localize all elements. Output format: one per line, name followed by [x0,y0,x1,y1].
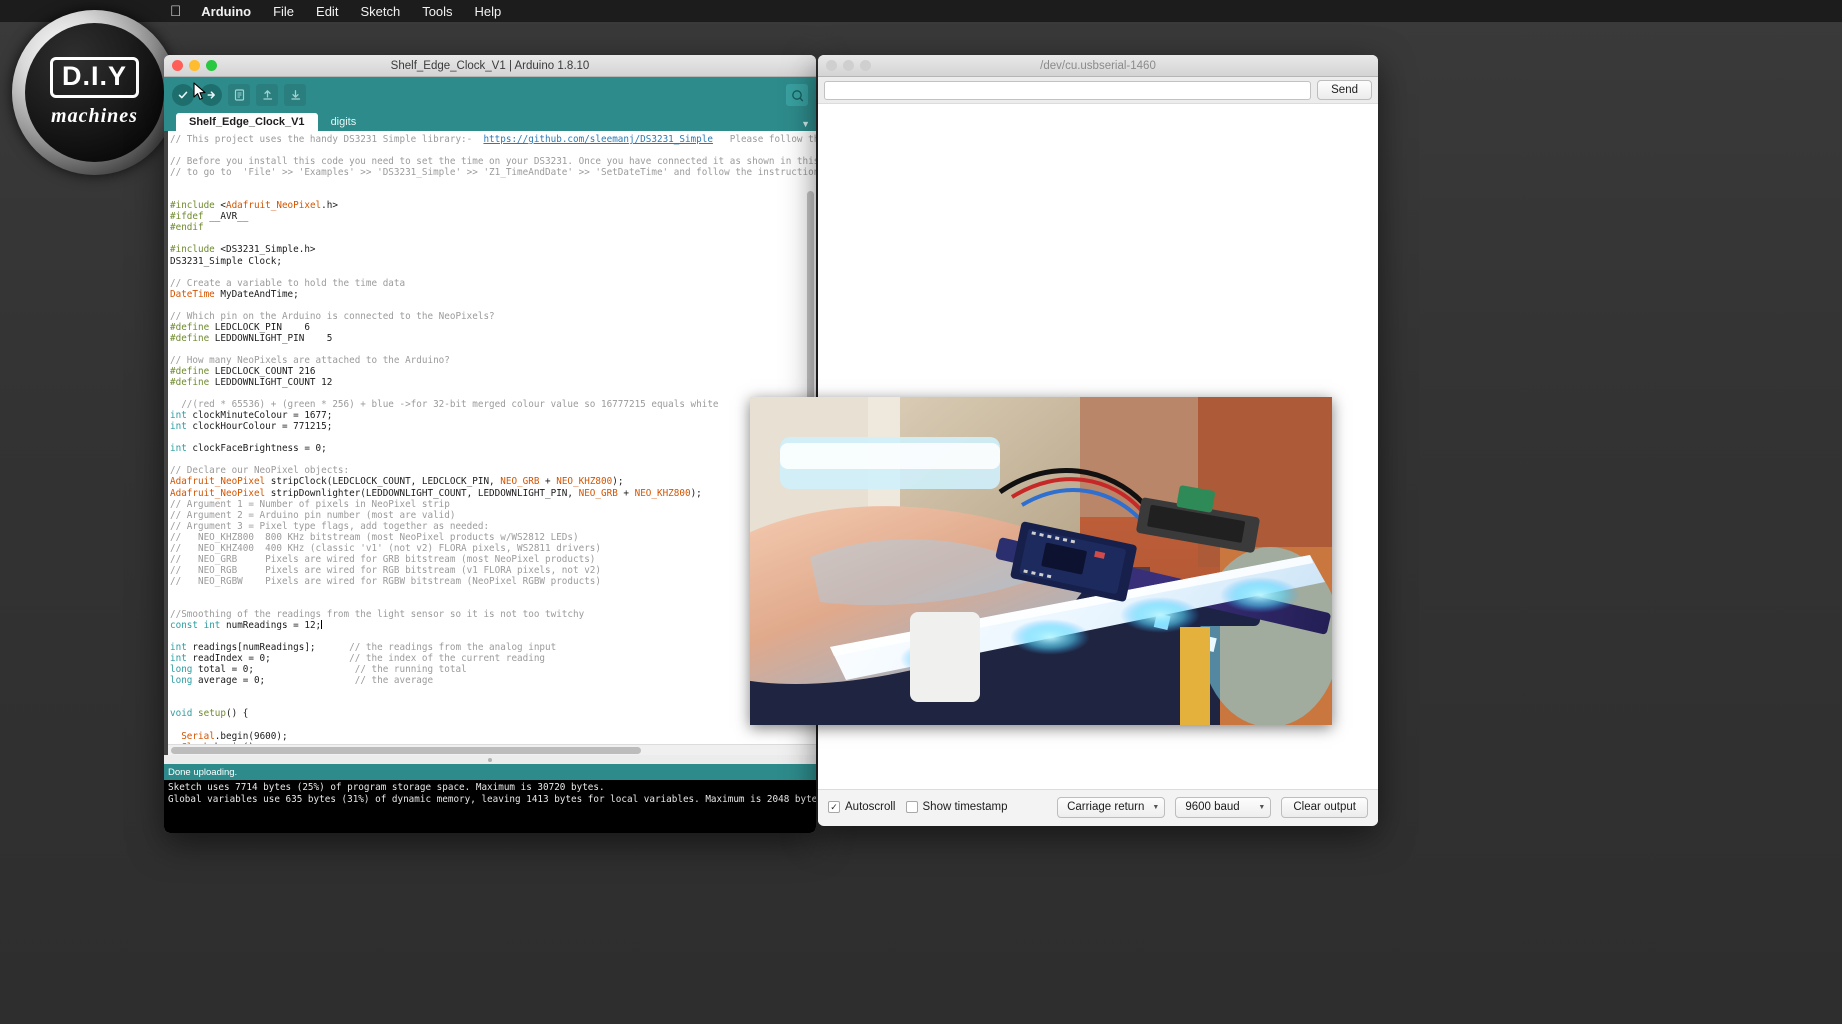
editor-vertical-scrollbar[interactable] [807,191,814,401]
menu-item-file[interactable]: File [273,4,294,19]
menu-item-help[interactable]: Help [475,4,502,19]
clear-output-button[interactable]: Clear output [1281,796,1368,818]
serial-bottom-bar: ✓ Autoscroll Show timestamp Carriage ret… [818,790,1378,824]
code-text[interactable]: // This project uses the handy DS3231 Si… [168,134,816,755]
send-button[interactable]: Send [1317,80,1372,100]
sketch-tabbar: Shelf_Edge_Clock_V1 digits ▼ [164,113,816,131]
led-shelf-clock-build-photo [750,397,1332,725]
logo-inner: D.I.Y machines [25,23,164,162]
divider-grip[interactable] [488,758,492,762]
open-sketch-icon[interactable] [256,84,278,106]
serial-send-input[interactable] [824,80,1312,100]
scrollbar-thumb[interactable] [171,747,641,754]
tab-shelf-edge-clock-v1[interactable]: Shelf_Edge_Clock_V1 [176,113,318,131]
tab-digits[interactable]: digits [318,113,370,131]
show-timestamp-label: Show timestamp [922,801,1008,813]
show-timestamp-checkbox[interactable]: Show timestamp [905,801,1008,813]
baud-rate-value: 9600 baud [1185,801,1240,813]
new-sketch-icon[interactable] [228,84,250,106]
line-ending-select[interactable]: Carriage return ▼ [1057,796,1166,818]
serial-titlebar[interactable]: /dev/cu.usbserial-1460 [818,55,1378,77]
console-line-2: Global variables use 635 bytes (31%) of … [168,793,816,805]
menu-item-sketch[interactable]: Sketch [360,4,400,19]
macos-menubar:  Arduino File Edit Sketch Tools Help [0,0,1842,22]
menu-item-arduino[interactable]: Arduino [201,4,251,19]
autoscroll-checkbox[interactable]: ✓ Autoscroll [828,801,896,813]
serial-monitor-icon[interactable] [786,84,808,106]
save-sketch-icon[interactable] [284,84,306,106]
menu-item-tools[interactable]: Tools [422,4,452,19]
arduino-titlebar[interactable]: Shelf_Edge_Clock_V1 | Arduino 1.8.10 [164,55,816,77]
logo-text-diy: D.I.Y [49,57,139,98]
autoscroll-label: Autoscroll [845,801,896,813]
desktop-root:  Arduino File Edit Sketch Tools Help D.… [0,0,1842,1024]
diy-machines-logo: D.I.Y machines [12,10,177,175]
line-ending-value: Carriage return [1067,801,1145,813]
verify-check-icon[interactable] [172,84,194,106]
arduino-ide-window: Shelf_Edge_Clock_V1 | Arduino 1.8.10 She… [164,55,816,833]
mouse-pointer [193,82,206,100]
compile-status-message: Done uploading. [164,764,816,780]
serial-send-row: Send [818,77,1378,103]
show-timestamp-checkbox-box[interactable] [905,801,918,813]
baud-rate-select[interactable]: 9600 baud ▼ [1175,796,1272,818]
serial-window-title: /dev/cu.usbserial-1460 [1040,59,1156,72]
autoscroll-checkbox-box[interactable]: ✓ [828,801,840,813]
arduino-window-title: Shelf_Edge_Clock_V1 | Arduino 1.8.10 [390,59,590,72]
code-editor[interactable]: // This project uses the handy DS3231 Si… [164,131,816,755]
editor-horizontal-scrollbar[interactable] [168,744,816,755]
console-line-1: Sketch uses 7714 bytes (25%) of program … [168,782,605,793]
chevron-down-icon: ▼ [1258,803,1266,811]
arduino-toolbar [164,77,816,113]
chevron-down-icon[interactable]: ▼ [801,119,810,129]
editor-console-divider[interactable] [164,755,816,764]
chevron-down-icon: ▼ [1152,803,1160,811]
logo-text-machines: machines [51,105,138,127]
build-console: Sketch uses 7714 bytes (25%) of program … [164,780,816,833]
menu-item-edit[interactable]: Edit [316,4,338,19]
